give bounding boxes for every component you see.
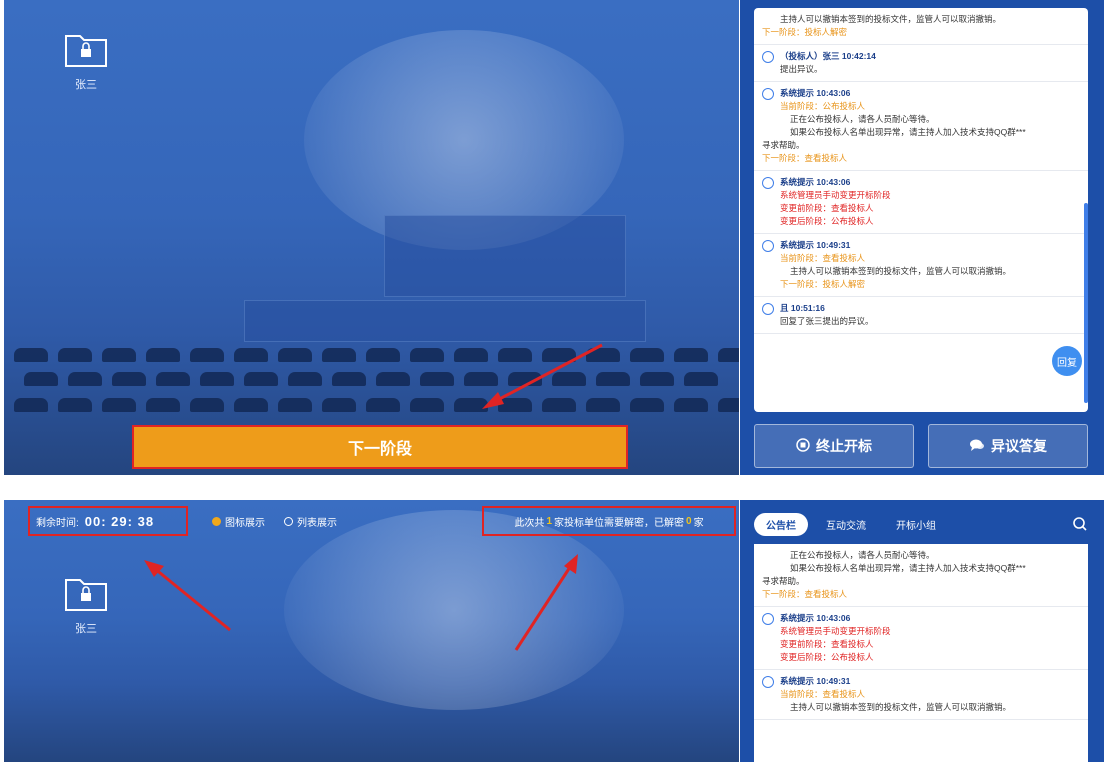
message-item: 系统提示 10:43:06 系统管理员手动变更开标阶段 变更前阶段：查看投标人 … [754, 607, 1088, 670]
message-item: 正在公布投标人，请各人员耐心等待。 如果公布投标人名单出现异常，请主持人加入技术… [754, 544, 1088, 607]
next-stage-button[interactable]: 下一阶段 [132, 425, 628, 469]
message-item: 系统提示 10:43:06 系统管理员手动变更开标阶段 变更前阶段：查看投标人 … [754, 171, 1088, 234]
red-arrow-annotation [482, 343, 603, 409]
red-arrow-annotations [144, 554, 578, 651]
screenshot-bottom: 剩余时间: 00: 29: 38 图标展示 列表展示 此次共 1 家投标单位需要… [4, 500, 1104, 762]
stop-bid-opening-button[interactable]: 终止开标 [754, 424, 914, 468]
avatar [762, 87, 774, 100]
message-item: （投标人）张三 10:42:14 提出异议。 [754, 45, 1088, 82]
search-icon[interactable] [1072, 516, 1088, 532]
avatar [762, 612, 774, 625]
stop-circle-icon [796, 437, 810, 455]
chat-bubble-icon [969, 438, 985, 455]
message-item: 系统提示 10:49:31 当前阶段：查看投标人 主持人可以撤销本签到的投标文件… [754, 234, 1088, 297]
message-sidebar: 公告栏 互动交流 开标小组 正在公布投标人，请各人员耐心等待。 如果公布投标人名… [740, 500, 1104, 762]
reply-button[interactable]: 回复 [1052, 346, 1082, 376]
tab-bulletin[interactable]: 公告栏 [754, 512, 808, 536]
meeting-room-stage: 剩余时间: 00: 29: 38 图标展示 列表展示 此次共 1 家投标单位需要… [4, 500, 739, 762]
message-item: 系统提示 10:49:31 当前阶段：查看投标人 主持人可以撤销本签到的投标文件… [754, 670, 1088, 720]
sidebar-tabs: 公告栏 互动交流 开标小组 [754, 510, 1088, 538]
avatar [762, 675, 774, 688]
meeting-room-stage: 张三 下一阶段 [4, 0, 739, 475]
screenshot-top: 张三 下一阶段 主持人可以撤销本签到的投标文件，监管人可以取消撤销。 下一阶段：… [4, 0, 1104, 475]
action-buttons: 终止开标 异议答复 [754, 424, 1088, 468]
message-item: 主持人可以撤销本签到的投标文件，监管人可以取消撤销。 下一阶段：投标人解密 [754, 8, 1088, 45]
avatar [762, 302, 774, 315]
tab-interaction[interactable]: 互动交流 [814, 513, 878, 536]
message-item: 系统提示 10:43:06 当前阶段：公布投标人 正在公布投标人，请各人员耐心等… [754, 82, 1088, 171]
avatar [762, 50, 774, 63]
objection-reply-button[interactable]: 异议答复 [928, 424, 1088, 468]
message-sidebar: 主持人可以撤销本签到的投标文件，监管人可以取消撤销。 下一阶段：投标人解密 （投… [740, 0, 1104, 475]
message-panel[interactable]: 主持人可以撤销本签到的投标文件，监管人可以取消撤销。 下一阶段：投标人解密 （投… [754, 8, 1088, 412]
avatar [762, 239, 774, 252]
message-panel[interactable]: 正在公布投标人，请各人员耐心等待。 如果公布投标人名单出现异常，请主持人加入技术… [754, 544, 1088, 762]
avatar [762, 176, 774, 189]
message-item: 且 10:51:16 回复了张三提出的异议。 [754, 297, 1088, 334]
scrollbar[interactable] [1084, 203, 1088, 403]
tab-bid-group[interactable]: 开标小组 [884, 513, 948, 536]
